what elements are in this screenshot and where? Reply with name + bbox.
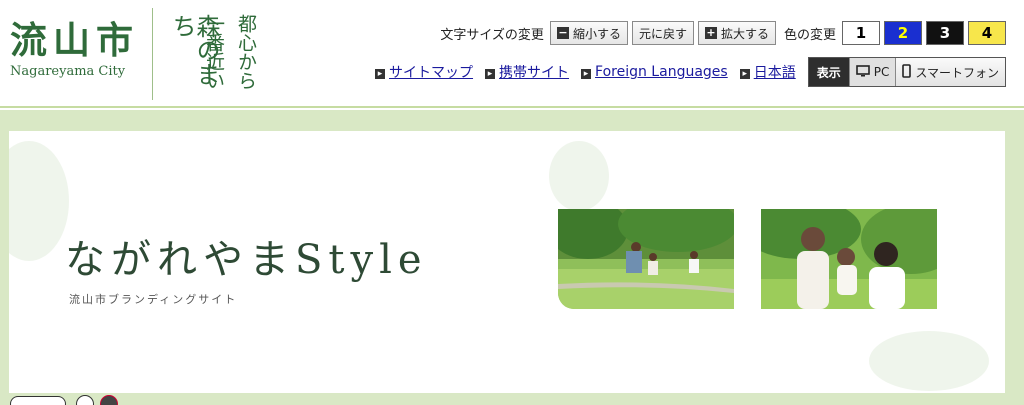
arrow-icon: ▸ — [739, 69, 750, 79]
smartphone-display-button[interactable]: スマートフォン — [895, 58, 1005, 86]
smartphone-label: スマートフォン — [915, 65, 999, 80]
shrink-text-label: 縮小する — [572, 26, 621, 41]
smartphone-icon — [902, 63, 912, 81]
site-header: 流山市 Nagareyama City 森のまち 一番近い 都心から 文字サイズ… — [0, 0, 1024, 108]
slideshow-controls — [10, 395, 124, 405]
sitemap-link[interactable]: サイトマップ — [389, 62, 473, 82]
minus-icon: − — [556, 26, 569, 39]
color-option-4[interactable]: 4 — [968, 21, 1006, 45]
accessibility-bar: 文字サイズの変更 − 縮小する 元に戻す + 拡大する 色の変更 1 2 3 4 — [440, 21, 1006, 45]
arrow-icon: ▸ — [375, 69, 386, 79]
mobile-link-item: ▸ 携帯サイト — [485, 62, 569, 82]
city-logo[interactable]: 流山市 Nagareyama City — [10, 18, 140, 79]
enlarge-text-button[interactable]: + 拡大する — [697, 21, 776, 45]
pc-label: PC — [873, 65, 890, 79]
display-label: 表示 — [808, 58, 849, 86]
text-size-label: 文字サイズの変更 — [440, 27, 544, 43]
branding-banner[interactable]: ながれやまStyle 流山市ブランディングサイト — [9, 131, 1005, 393]
japanese-link-item: ▸ 日本語 — [739, 62, 796, 82]
logo-kanji: 流山市 — [10, 18, 139, 62]
slide-dot-1[interactable] — [76, 395, 94, 405]
foreign-link-item: ▸ Foreign Languages — [581, 64, 728, 80]
sitemap-link-item: ▸ サイトマップ — [375, 62, 473, 82]
leaf-decoration — [869, 331, 989, 391]
logo-divider — [152, 8, 153, 100]
pc-display-button[interactable]: PC — [848, 58, 896, 86]
foreign-languages-link[interactable]: Foreign Languages — [595, 64, 728, 80]
family-portrait-photo — [761, 209, 937, 309]
catch-line-3: 都心から — [235, 14, 257, 90]
family-park-photo — [558, 209, 734, 309]
logo-english: Nagareyama City — [10, 64, 126, 79]
arrow-icon: ▸ — [581, 69, 592, 79]
arrow-icon: ▸ — [485, 69, 496, 79]
utility-links: ▸ サイトマップ ▸ 携帯サイト ▸ Foreign Languages ▸ 日… — [375, 57, 1006, 87]
city-catchphrase: 森のまち 一番近い 都心から — [168, 6, 268, 102]
leaf-decoration — [549, 141, 609, 211]
reset-text-button[interactable]: 元に戻す — [631, 21, 694, 45]
reset-text-label: 元に戻す — [638, 26, 687, 41]
slide-dot-2[interactable] — [100, 395, 118, 405]
main-area: ながれやまStyle 流山市ブランディングサイト — [0, 110, 1024, 405]
mobile-site-link[interactable]: 携帯サイト — [499, 62, 569, 82]
color-option-3[interactable]: 3 — [926, 21, 964, 45]
monitor-icon — [855, 64, 870, 80]
shrink-text-button[interactable]: − 縮小する — [549, 21, 628, 45]
color-option-1[interactable]: 1 — [842, 21, 880, 45]
banner-subtitle: 流山市ブランディングサイト — [69, 293, 238, 306]
catch-line-2: 一番近い — [203, 14, 225, 90]
pause-button[interactable] — [10, 396, 66, 405]
display-switcher: 表示 PC スマートフォン — [807, 57, 1006, 87]
banner-title: ながれやまStyle — [65, 237, 428, 283]
plus-icon: + — [704, 26, 717, 39]
color-option-2[interactable]: 2 — [884, 21, 922, 45]
leaf-decoration — [9, 141, 69, 261]
japanese-link[interactable]: 日本語 — [754, 62, 796, 82]
enlarge-text-label: 拡大する — [720, 26, 769, 41]
color-change-label: 色の変更 — [783, 27, 836, 43]
